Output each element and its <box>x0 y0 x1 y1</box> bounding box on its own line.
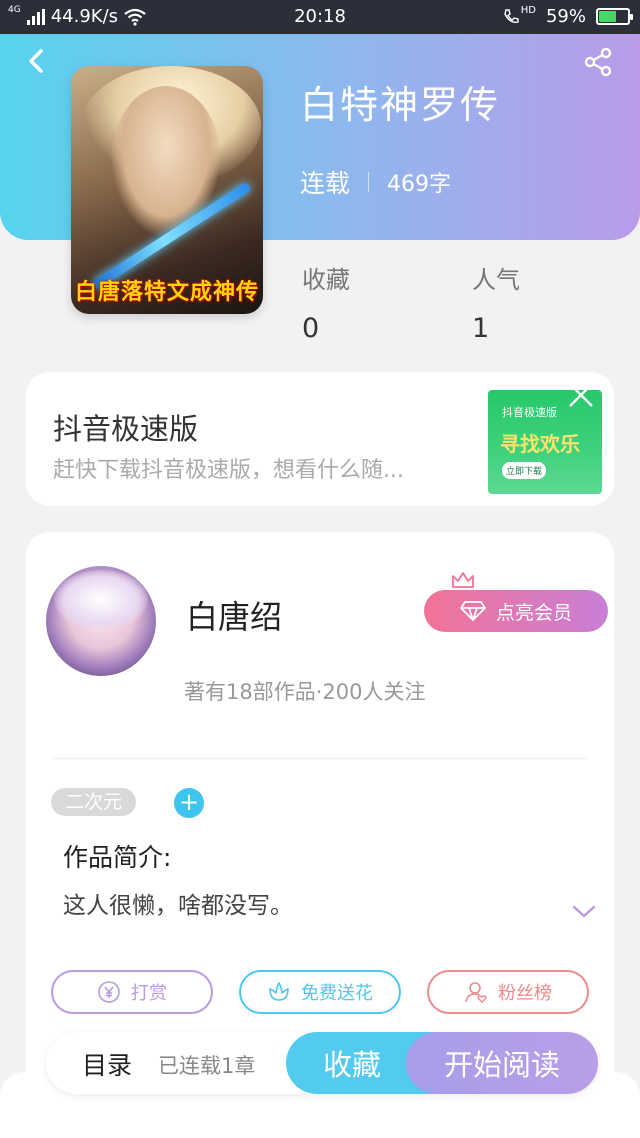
intro-title: 作品简介: <box>63 843 172 872</box>
start-reading-button[interactable]: 开始阅读 <box>406 1032 598 1094</box>
fan-icon <box>465 982 487 1003</box>
chapter-count: 已连载1章 <box>158 1054 256 1078</box>
serial-status: 连载 <box>300 169 351 198</box>
ad-description: 赶快下载抖音极速版，想看什么随... <box>53 458 404 483</box>
divider <box>52 758 588 759</box>
avatar[interactable] <box>46 566 156 676</box>
ad-image-line3: 立即下载 <box>502 462 547 479</box>
status-bar: 4G 44.9K/s 20:18 HD 59% <box>0 0 640 34</box>
book-meta: 连载 469字 <box>300 164 451 200</box>
favorite-label: 收藏 <box>322 1048 381 1082</box>
yen-icon <box>98 981 120 1003</box>
tip-button[interactable]: 打赏 <box>51 970 213 1014</box>
stat-label: 收藏 <box>302 266 350 294</box>
back-icon[interactable] <box>22 46 52 76</box>
book-title: 白特神罗传 <box>300 83 501 127</box>
battery-icon <box>596 8 633 25</box>
diamond-icon <box>460 601 486 621</box>
meta-divider <box>368 172 370 192</box>
avatar-hair <box>54 570 148 630</box>
intro-text: 这人很懒，啥都没写。 <box>63 893 293 919</box>
chevron-down-icon[interactable] <box>572 904 596 920</box>
share-icon[interactable] <box>582 46 614 78</box>
battery-fill <box>599 11 616 22</box>
send-flower-label: 免费送花 <box>301 983 373 1004</box>
tip-label: 打赏 <box>131 983 167 1004</box>
phone-icon: HD <box>502 5 536 26</box>
stat-label: 人气 <box>472 266 520 294</box>
start-reading-label: 开始阅读 <box>443 1048 560 1082</box>
send-flower-button[interactable]: 免费送花 <box>239 970 401 1014</box>
vip-label: 点亮会员 <box>495 601 572 624</box>
book-cover[interactable]: 白唐落特文成神传 <box>71 66 263 314</box>
author-name[interactable]: 白唐绍 <box>186 592 282 638</box>
stat-favorites: 收藏 0 <box>302 260 350 344</box>
flower-icon <box>269 982 289 1001</box>
author-card: 白唐绍 著有18部作品·200人关注 点亮会员 二次元 + 作品简介: 这人很懒… <box>26 532 614 1092</box>
ad-card[interactable]: 抖音极速版 赶快下载抖音极速版，想看什么随... 抖音极速版 寻找欢乐 立即下载 <box>26 372 614 506</box>
fan-rank-label: 粉丝榜 <box>498 983 552 1004</box>
battery-text: 59% <box>545 6 586 27</box>
stat-value: 1 <box>472 313 490 344</box>
add-tag-button[interactable]: + <box>174 788 204 818</box>
stat-popularity: 人气 1 <box>472 260 520 344</box>
fan-rank-button[interactable]: 粉丝榜 <box>427 970 589 1014</box>
word-count: 469字 <box>387 172 452 197</box>
crown-icon <box>452 572 474 588</box>
bottom-bar: 目录 已连载1章 收藏 开始阅读 <box>46 1032 598 1094</box>
close-icon[interactable] <box>566 380 596 410</box>
toc-button[interactable]: 目录 <box>82 1046 132 1082</box>
vip-button[interactable]: 点亮会员 <box>424 590 608 632</box>
ad-image-line1: 抖音极速版 <box>502 406 557 419</box>
genre-tag[interactable]: 二次元 <box>51 788 137 816</box>
status-right: HD 59% <box>502 5 633 27</box>
ad-title: 抖音极速版 <box>53 412 199 446</box>
author-info: 著有18部作品·200人关注 <box>184 680 426 704</box>
call-badge: HD <box>520 5 536 16</box>
ad-image-line2: 寻找欢乐 <box>500 432 580 456</box>
stat-value: 0 <box>302 313 320 344</box>
cover-title: 白唐落特文成神传 <box>74 280 259 305</box>
